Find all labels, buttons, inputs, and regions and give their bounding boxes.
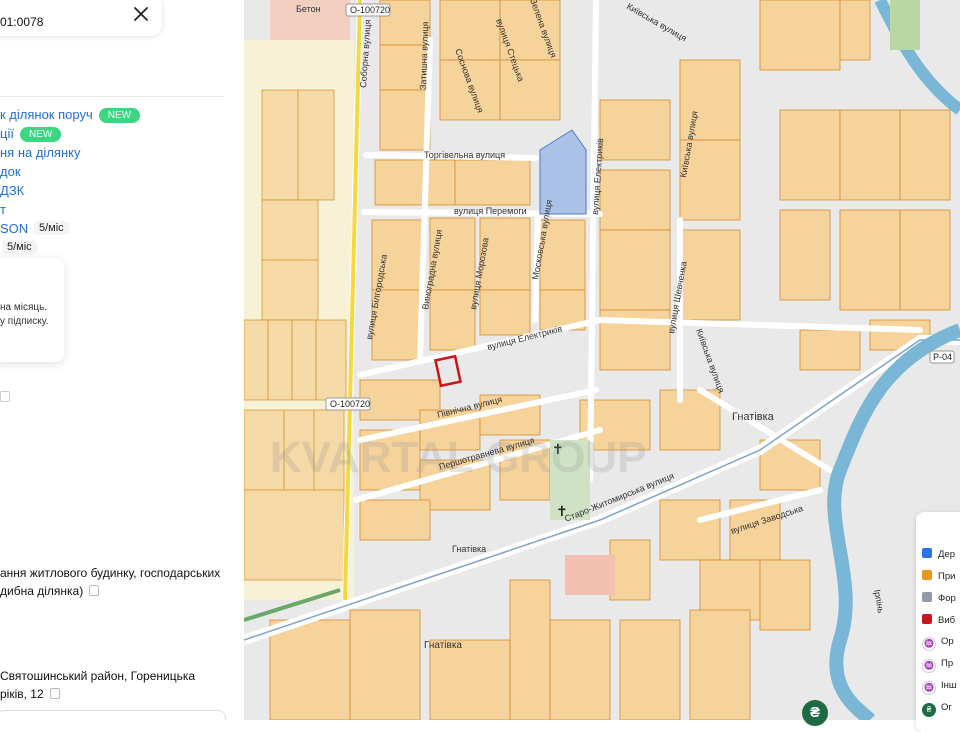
place-label: Гнатівка xyxy=(452,544,486,554)
cadastral-map[interactable]: ✝ ✝ KVARTAL GROUP Соборна вулиця Затишна… xyxy=(244,0,960,720)
legend-label: Виб xyxy=(938,615,956,626)
close-icon[interactable] xyxy=(132,5,150,23)
legend-item[interactable]: ♒ Ор xyxy=(922,636,954,651)
pink-zone xyxy=(565,555,615,595)
legend-label: Ор xyxy=(941,636,954,647)
purpose-text: ання житлового будинку, господарських xyxy=(0,566,221,580)
divider xyxy=(0,96,224,97)
legend-label: Дер xyxy=(938,549,956,560)
forest-patch xyxy=(890,0,920,50)
legend-label: Пр xyxy=(941,658,954,669)
legend-label: При xyxy=(938,571,956,582)
subscription-tooltip: на місяць. у підписку. xyxy=(0,258,64,362)
legend-label: Ог xyxy=(941,702,952,713)
new-badge: NEW xyxy=(98,108,141,123)
legend-label: Фор xyxy=(938,593,956,604)
price-tag: 5/міс xyxy=(2,240,37,254)
purpose-text-2: дибна ділянка) xyxy=(0,584,100,598)
legend-swatch xyxy=(922,592,932,602)
price-tag: 5/міс xyxy=(34,221,69,235)
copy-icon[interactable] xyxy=(0,391,10,402)
legend-icon: ♒ xyxy=(922,659,936,673)
link-label: SON xyxy=(0,221,29,236)
link-label: ції xyxy=(0,126,14,141)
legend-swatch xyxy=(922,570,932,580)
legend-icon: ₴ xyxy=(922,703,936,717)
legend-item[interactable]: При xyxy=(922,570,955,582)
tooltip-line: у підписку. xyxy=(0,316,49,327)
map-legend: Дер При Фор Виб ♒ Ор ♒ Пр ♒ Інш ₴ Ог xyxy=(916,512,960,732)
road-shield-label: O-100720 xyxy=(330,399,370,409)
street-label: вулиця Перемоги xyxy=(454,206,527,216)
legend-item[interactable]: Виб xyxy=(922,614,955,626)
new-badge: NEW xyxy=(19,127,62,142)
link-document[interactable]: док xyxy=(0,164,21,179)
link-request[interactable]: ня на ділянку xyxy=(0,145,80,160)
link-dzk[interactable]: ДЗК xyxy=(0,183,24,198)
copy-icon[interactable] xyxy=(49,688,60,699)
currency-button[interactable]: ₴ xyxy=(802,700,828,726)
link-neighbor-plots[interactable]: к ділянок поруч NEW xyxy=(0,107,141,123)
legend-item[interactable]: Фор xyxy=(922,592,956,604)
legend-icon: ♒ xyxy=(922,681,936,695)
search-box[interactable]: 01:0078 xyxy=(0,0,162,36)
legend-item[interactable]: ₴ Ог xyxy=(922,702,952,717)
street-label: Торгівельна вулиця xyxy=(424,150,505,160)
place-label: Гнатівка xyxy=(732,411,775,423)
address-line: ріків, 12 xyxy=(0,687,44,701)
link-actions[interactable]: ції NEW xyxy=(0,126,62,142)
legend-swatch xyxy=(922,614,932,624)
legend-item[interactable]: Дер xyxy=(922,548,955,560)
legend-item[interactable]: ♒ Інш xyxy=(922,680,957,695)
legend-swatch xyxy=(922,548,932,558)
link-report[interactable]: т xyxy=(0,202,6,217)
cadastral-number-value: 01:0078 xyxy=(0,15,44,29)
legend-icon: ♒ xyxy=(922,637,936,651)
purpose-line: дибна ділянка) xyxy=(0,584,84,598)
road-shield-label: O-100720 xyxy=(350,5,390,15)
legend-item[interactable]: ♒ Пр xyxy=(922,658,953,673)
legend-label: Інш xyxy=(941,680,957,691)
link-label: к ділянок поруч xyxy=(0,107,93,122)
road-shield-label: P-04 xyxy=(933,352,952,362)
tooltip-line: на місяць. xyxy=(0,302,48,313)
sidebar: 01:0078 к ділянок поруч NEW ції NEW ня на … xyxy=(0,0,244,720)
bottom-panel[interactable] xyxy=(0,710,226,720)
address-text: Святошинський район, Гореницька xyxy=(0,669,196,683)
copy-icon[interactable] xyxy=(89,585,100,596)
place-label: Гнатівка xyxy=(424,640,462,651)
place-label: Бетон xyxy=(296,4,321,14)
link-json[interactable]: SON xyxy=(0,221,28,236)
address-text-2: ріків, 12 xyxy=(0,687,60,701)
